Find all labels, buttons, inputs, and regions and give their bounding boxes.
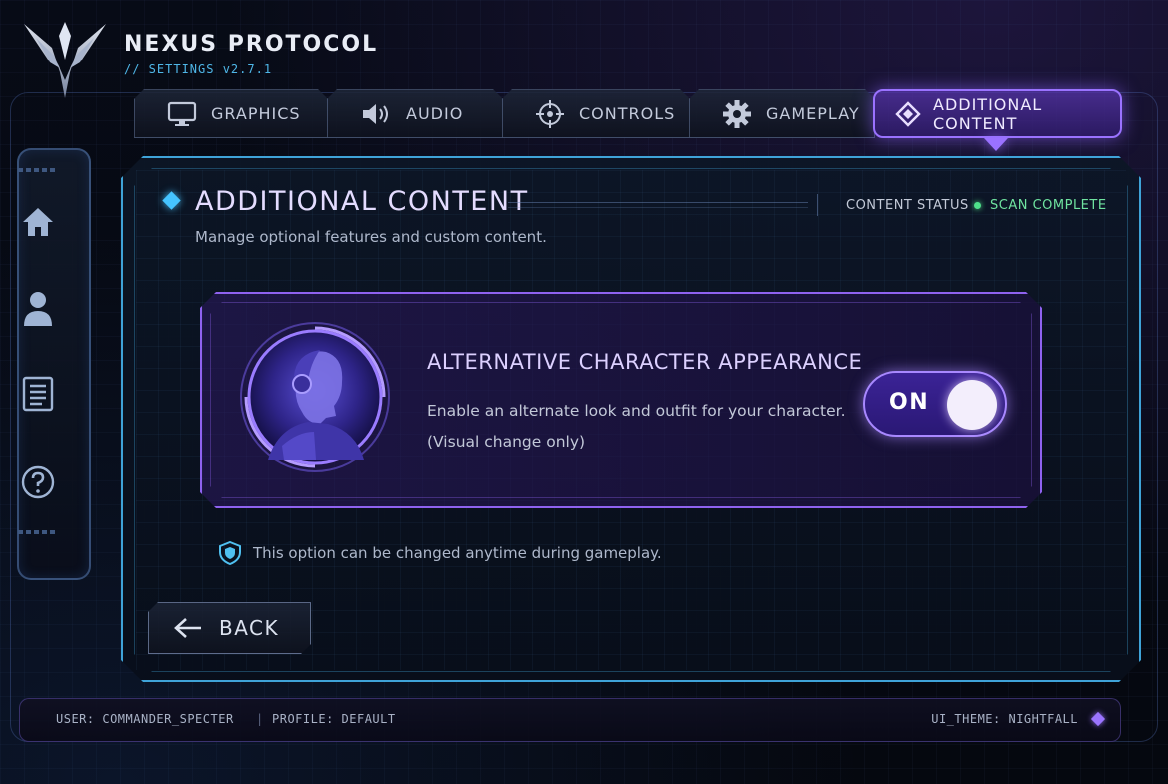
diamond-icon xyxy=(895,100,921,127)
section-title-rule xyxy=(508,202,808,208)
content-status-value: SCAN COMPLETE xyxy=(990,198,1107,213)
settings-version: // SETTINGS v2.7.1 xyxy=(124,62,273,76)
settings-screen: NEXUS PROTOCOL // SETTINGS v2.7.1 GRAPHI… xyxy=(0,0,1168,784)
nexus-logo-icon xyxy=(24,22,106,98)
sidebar-divider xyxy=(18,530,56,534)
info-note: This option can be changed anytime durin… xyxy=(253,544,662,562)
footer-separator: | xyxy=(256,712,264,726)
tab-label: AUDIO xyxy=(406,104,464,123)
game-title: NEXUS PROTOCOL xyxy=(124,32,379,57)
sidebar-divider xyxy=(18,168,56,172)
footer-theme: UI_THEME: NIGHTFALL xyxy=(931,712,1078,726)
tab-additional-content[interactable]: ADDITIONAL CONTENT xyxy=(873,89,1122,138)
option-description-line: Enable an alternate look and outfit for … xyxy=(427,402,846,420)
tab-graphics[interactable]: GRAPHICS xyxy=(134,89,328,138)
tab-label: GAMEPLAY xyxy=(766,104,860,123)
crosshair-icon xyxy=(535,99,565,129)
footer-profile: PROFILE: DEFAULT xyxy=(272,712,396,726)
option-description: Enable an alternate look and outfit for … xyxy=(427,396,847,458)
toggle-knob xyxy=(947,380,997,430)
tab-label: ADDITIONAL CONTENT xyxy=(933,94,1043,133)
tab-controls[interactable]: CONTROLS xyxy=(502,89,690,138)
shield-icon xyxy=(219,541,241,565)
back-button[interactable]: BACK xyxy=(148,602,311,654)
speaker-icon xyxy=(360,101,392,127)
sidebar-item-help[interactable] xyxy=(20,462,56,502)
status-divider xyxy=(817,194,818,216)
tab-gameplay[interactable]: GAMEPLAY xyxy=(689,89,875,138)
arrow-left-icon xyxy=(173,616,203,640)
section-title: ADDITIONAL CONTENT xyxy=(195,186,529,217)
sidebar-item-profile[interactable] xyxy=(20,288,56,328)
status-dot-icon xyxy=(974,202,981,209)
active-tab-pointer xyxy=(984,138,1008,151)
sidebar-item-log[interactable] xyxy=(20,374,56,414)
tab-label: GRAPHICS xyxy=(211,104,301,123)
footer-user: USER: COMMANDER_SPECTER xyxy=(56,712,234,726)
tab-audio[interactable]: AUDIO xyxy=(327,89,503,138)
toggle-state-label: ON xyxy=(889,390,930,415)
appearance-toggle[interactable]: ON xyxy=(863,371,1007,437)
gear-icon xyxy=(722,99,752,129)
help-icon xyxy=(21,465,55,499)
list-icon xyxy=(22,376,54,412)
tab-label: CONTROLS xyxy=(579,104,676,123)
user-icon xyxy=(24,292,52,326)
home-icon xyxy=(23,208,53,236)
section-description: Manage optional features and custom cont… xyxy=(195,228,547,246)
back-button-label: BACK xyxy=(219,616,280,640)
option-description-line: (Visual change only) xyxy=(427,433,586,451)
option-title: ALTERNATIVE CHARACTER APPEARANCE xyxy=(427,350,863,374)
sidebar-item-home[interactable] xyxy=(20,202,56,242)
content-status-label: CONTENT STATUS xyxy=(846,198,969,213)
monitor-icon xyxy=(167,101,197,127)
character-portrait-icon xyxy=(240,322,390,472)
